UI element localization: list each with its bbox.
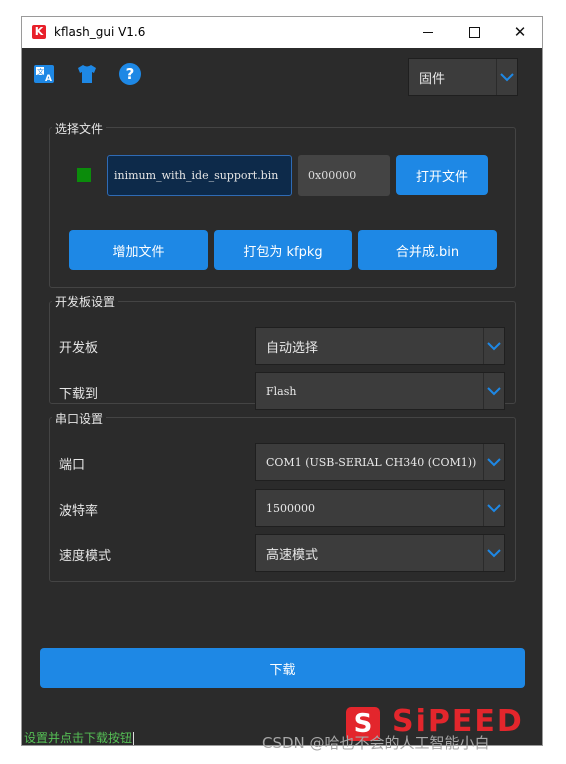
speed-mode-value: 高速模式 xyxy=(266,547,319,563)
port-label: 端口 xyxy=(59,458,86,473)
status-cursor xyxy=(133,732,135,745)
board-group-title: 开发板设置 xyxy=(52,293,119,310)
board-label: 开发板 xyxy=(59,341,99,356)
app-logo-icon: K xyxy=(32,25,46,39)
open-file-button[interactable]: 打开文件 xyxy=(396,155,488,195)
chevron-down-icon xyxy=(483,444,504,480)
maximize-icon xyxy=(468,27,480,38)
download-to-value: Flash xyxy=(266,384,297,398)
mode-select[interactable]: 固件 xyxy=(408,58,518,96)
status-message: 设置并点击下载按钮 xyxy=(24,731,133,745)
add-file-button[interactable]: 增加文件 xyxy=(69,230,208,270)
baud-label: 波特率 xyxy=(59,504,99,519)
chevron-down-icon xyxy=(483,535,504,571)
speed-mode-label: 速度模式 xyxy=(59,549,112,564)
help-icon[interactable]: ? xyxy=(118,62,142,86)
main-content: 文 A ? 固件 选择文件 inimum_with_ide_support.bi… xyxy=(22,48,542,745)
file-path-input[interactable]: inimum_with_ide_support.bin xyxy=(107,155,292,196)
language-icon[interactable]: 文 A xyxy=(32,62,56,86)
chevron-down-icon xyxy=(496,59,517,95)
minimize-button[interactable] xyxy=(405,17,451,48)
merge-bin-button[interactable]: 合并成.bin xyxy=(358,230,497,270)
mode-select-value: 固件 xyxy=(419,71,446,87)
download-button[interactable]: 下载 xyxy=(40,648,525,688)
board-select[interactable]: 自动选择 xyxy=(255,327,505,365)
theme-shirt-icon[interactable] xyxy=(75,62,99,86)
title-bar[interactable]: K kflash_gui V1.6 ✕ xyxy=(22,17,542,48)
app-window: K kflash_gui V1.6 ✕ 文 A ? 固件 选择文件 inimum… xyxy=(21,16,543,746)
baud-select[interactable]: 1500000 xyxy=(255,489,505,527)
svg-text:?: ? xyxy=(126,65,135,83)
chevron-down-icon xyxy=(483,373,504,409)
download-to-select[interactable]: Flash xyxy=(255,372,505,410)
close-icon: ✕ xyxy=(513,23,527,41)
baud-select-value: 1500000 xyxy=(266,501,315,515)
port-select[interactable]: COM1 (USB-SERIAL CH340 (COM1)) xyxy=(255,443,505,481)
board-select-value: 自动选择 xyxy=(266,340,319,356)
maximize-button[interactable] xyxy=(451,17,497,48)
address-input[interactable]: 0x00000 xyxy=(298,155,390,196)
serial-group-title: 串口设置 xyxy=(52,410,107,427)
port-select-value: COM1 (USB-SERIAL CH340 (COM1)) xyxy=(266,455,477,469)
speed-mode-select[interactable]: 高速模式 xyxy=(255,534,505,572)
download-to-label: 下载到 xyxy=(59,387,99,402)
close-button[interactable]: ✕ xyxy=(497,17,542,48)
chevron-down-icon xyxy=(483,490,504,526)
csdn-watermark: CSDN @哈也不会的人工智能小白 xyxy=(262,734,490,752)
pack-kfpkg-button[interactable]: 打包为 kfpkg xyxy=(214,230,352,270)
chevron-down-icon xyxy=(483,328,504,364)
file-group-title: 选择文件 xyxy=(52,120,107,137)
minimize-icon xyxy=(423,32,433,33)
svg-text:A: A xyxy=(45,74,52,84)
svg-text:文: 文 xyxy=(37,67,44,76)
window-title: kflash_gui V1.6 xyxy=(54,25,146,39)
file-status-indicator xyxy=(77,168,91,182)
status-bar: 设置并点击下载按钮 xyxy=(24,729,135,745)
